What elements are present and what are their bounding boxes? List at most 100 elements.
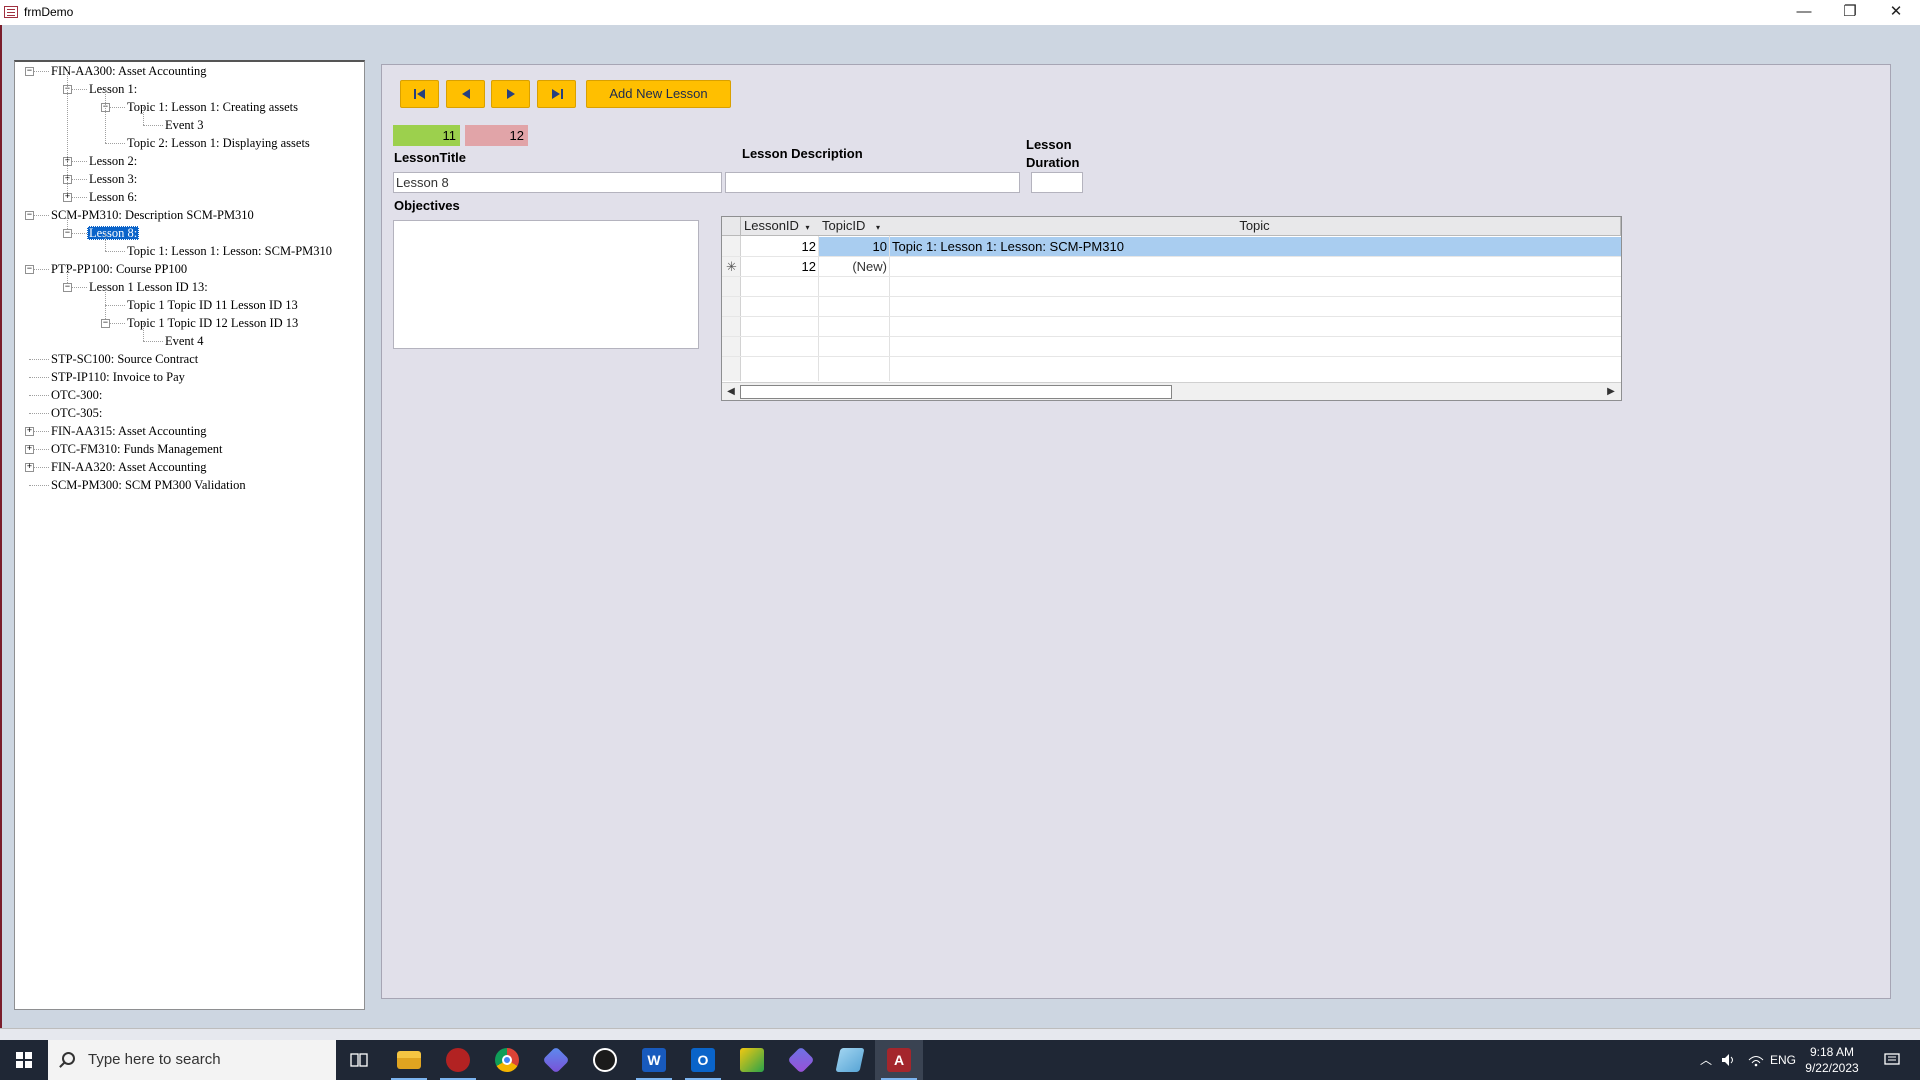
tree-node[interactable]: Lesson 1: xyxy=(87,81,139,97)
tree-node[interactable]: Topic 1: Lesson 1: Lesson: SCM-PM310 xyxy=(125,243,334,259)
status-strip xyxy=(0,1028,1920,1040)
expand-icon[interactable]: + xyxy=(25,463,34,472)
tree-connector xyxy=(105,305,125,306)
cell-topic[interactable]: Topic 1: Lesson 1: Lesson: SCM-PM310 xyxy=(892,237,1612,256)
restore-button[interactable]: ❐ xyxy=(1827,0,1873,25)
tree-node[interactable]: Lesson 2: xyxy=(87,153,139,169)
collapse-icon[interactable]: − xyxy=(63,283,72,292)
tree-node[interactable]: Topic 2: Lesson 1: Displaying assets xyxy=(125,135,312,151)
tree-node[interactable]: OTC-FM310: Funds Management xyxy=(49,441,225,457)
tree-node[interactable]: Topic 1 Topic ID 12 Lesson ID 13 xyxy=(125,315,300,331)
cell-topicid[interactable]: 10 xyxy=(819,237,888,256)
topics-datasheet[interactable]: LessonID ▾ TopicID ▾ Topic 12 10 Topic 1… xyxy=(721,216,1622,401)
tree-node[interactable]: Topic 1: Lesson 1: Creating assets xyxy=(125,99,300,115)
tree-node-label: FIN-AA320: Asset Accounting xyxy=(51,460,207,474)
tree-node[interactable]: Event 4 xyxy=(163,333,206,349)
cell-lessonid-new[interactable]: 12 xyxy=(741,257,816,276)
course-tree-view[interactable]: − FIN-AA300: Asset Accounting − Lesson 1: − T… xyxy=(14,60,365,1010)
lesson-duration-input[interactable] xyxy=(1031,172,1083,193)
tree-node-label: FIN-AA315: Asset Accounting xyxy=(51,424,207,438)
volume-button[interactable] xyxy=(1718,1040,1740,1080)
word-taskbar-button[interactable]: W xyxy=(630,1040,678,1080)
column-header-lessonid-label: LessonID xyxy=(744,218,799,233)
last-record-button[interactable] xyxy=(537,80,576,108)
chevron-up-icon: ︿ xyxy=(1699,1053,1712,1067)
tree-node[interactable]: Event 3 xyxy=(163,117,206,133)
tree-node[interactable]: Lesson 8: xyxy=(87,225,140,241)
close-button[interactable]: ✕ xyxy=(1873,0,1919,25)
sort-dropdown-icon[interactable]: ▾ xyxy=(876,223,880,232)
task-view-button[interactable] xyxy=(336,1040,384,1080)
tree-node-label: OTC-FM310: Funds Management xyxy=(51,442,223,456)
notification-icon xyxy=(1884,1053,1900,1065)
taskbar-search-box[interactable]: Type here to search xyxy=(48,1040,336,1080)
tree-node[interactable]: Lesson 3: xyxy=(87,171,139,187)
tree-node[interactable]: Lesson 6: xyxy=(87,189,139,205)
network-button[interactable] xyxy=(1745,1040,1767,1080)
notepad-taskbar-button[interactable] xyxy=(826,1040,874,1080)
minimize-button[interactable]: — xyxy=(1781,0,1827,25)
horizontal-scrollbar[interactable]: ◀ ▶ xyxy=(722,382,1621,400)
cell-lessonid[interactable]: 12 xyxy=(741,237,816,256)
sort-dropdown-icon[interactable]: ▾ xyxy=(806,223,810,232)
lesson-description-input[interactable] xyxy=(725,172,1020,193)
tree-node[interactable]: STP-IP110: Invoice to Pay xyxy=(49,369,187,385)
collapse-icon[interactable]: − xyxy=(25,211,34,220)
language-indicator[interactable]: ENG xyxy=(1768,1040,1798,1080)
collapse-icon[interactable]: − xyxy=(63,229,72,238)
tree-connector xyxy=(143,107,144,125)
tree-node[interactable]: FIN-AA315: Asset Accounting xyxy=(49,423,209,439)
tree-node[interactable]: FIN-AA320: Asset Accounting xyxy=(49,459,209,475)
tree-node[interactable]: SCM-PM300: SCM PM300 Validation xyxy=(49,477,248,493)
next-record-button[interactable] xyxy=(491,80,530,108)
lesson-duration-label-line1: Lesson xyxy=(1026,137,1072,152)
cell-topic-new[interactable] xyxy=(892,257,1612,276)
tree-node-label: FIN-AA300: Asset Accounting xyxy=(51,64,207,78)
scroll-right-icon[interactable]: ▶ xyxy=(1603,384,1619,400)
lock-icon xyxy=(593,1048,617,1072)
tree-node[interactable]: OTC-300: xyxy=(49,387,104,403)
outlook-taskbar-button[interactable]: O xyxy=(679,1040,727,1080)
expand-icon[interactable]: + xyxy=(63,193,72,202)
power-automate-taskbar-button[interactable] xyxy=(532,1040,580,1080)
notifications-button[interactable] xyxy=(1872,1040,1912,1080)
collapse-icon[interactable]: − xyxy=(101,319,110,328)
app-taskbar-button[interactable] xyxy=(434,1040,482,1080)
tree-node[interactable]: SCM-PM310: Description SCM-PM310 xyxy=(49,207,256,223)
select-all-corner[interactable] xyxy=(722,217,741,236)
search-icon xyxy=(62,1052,75,1065)
scroll-left-icon[interactable]: ◀ xyxy=(723,384,739,400)
tree-node[interactable]: STP-SC100: Source Contract xyxy=(49,351,200,367)
taskbar-clock[interactable]: 9:18 AM 9/22/2023 xyxy=(1796,1044,1868,1076)
expand-icon[interactable]: + xyxy=(25,445,34,454)
collapse-icon[interactable]: − xyxy=(25,67,34,76)
cell-topicid-new[interactable]: (New) xyxy=(819,257,888,276)
project-taskbar-button[interactable] xyxy=(728,1040,776,1080)
row-divider xyxy=(722,356,1621,357)
add-new-lesson-button[interactable]: Add New Lesson xyxy=(586,80,731,108)
start-button[interactable] xyxy=(0,1040,48,1080)
tree-node-label: Lesson 6: xyxy=(89,190,138,204)
objectives-textarea[interactable] xyxy=(393,220,699,349)
power-apps-taskbar-button[interactable] xyxy=(777,1040,825,1080)
collapse-icon[interactable]: − xyxy=(25,265,34,274)
column-header-topicid[interactable]: TopicID ▾ xyxy=(818,217,890,236)
first-record-button[interactable] xyxy=(400,80,439,108)
chrome-taskbar-button[interactable] xyxy=(483,1040,531,1080)
expand-icon[interactable]: + xyxy=(25,427,34,436)
tree-node[interactable]: Topic 1 Topic ID 11 Lesson ID 13 xyxy=(125,297,300,313)
access-taskbar-button[interactable]: A xyxy=(875,1040,923,1080)
tree-node[interactable]: FIN-AA300: Asset Accounting xyxy=(49,63,209,79)
scrollbar-thumb[interactable] xyxy=(740,385,1172,399)
show-hidden-icons-button[interactable]: ︿ xyxy=(1696,1040,1716,1080)
password-manager-taskbar-button[interactable] xyxy=(581,1040,629,1080)
column-divider xyxy=(889,236,890,381)
file-explorer-taskbar-button[interactable] xyxy=(385,1040,433,1080)
tree-node-label: Topic 1 Topic ID 12 Lesson ID 13 xyxy=(127,316,299,330)
tree-node[interactable]: PTP-PP100: Course PP100 xyxy=(49,261,189,277)
tree-connector xyxy=(29,359,49,360)
previous-record-button[interactable] xyxy=(446,80,485,108)
lesson-title-input[interactable]: Lesson 8 xyxy=(393,172,722,193)
tree-node[interactable]: OTC-305: xyxy=(49,405,104,421)
column-header-topic[interactable]: Topic xyxy=(889,217,1621,236)
